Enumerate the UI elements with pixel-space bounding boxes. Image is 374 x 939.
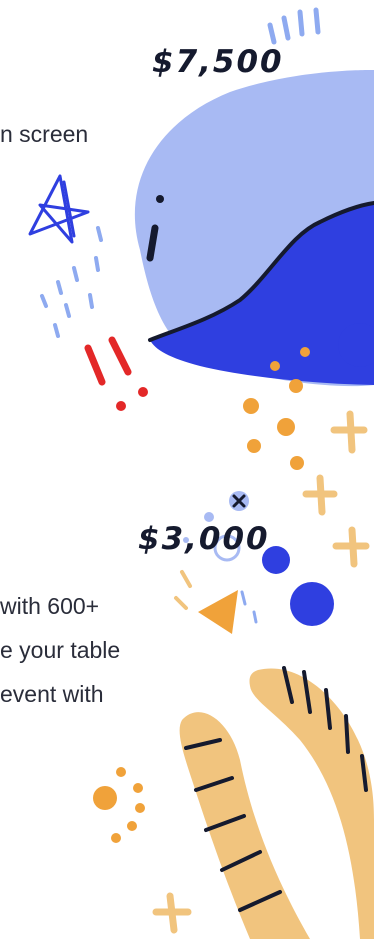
striped-worm-icon [179,666,374,939]
dash-marks-icon [40,226,103,338]
exclamation-icon [84,336,132,386]
tier-mid-description-line: with 600+ [0,593,100,619]
blue-shapes-icon [183,491,334,626]
tier-mid-description-line: event with [0,681,104,707]
tick-marks-icon [267,7,321,45]
tier-mid-description-line: e your table [0,637,121,663]
blob-icon [134,69,374,387]
tier-top-description-line: n screen [0,121,89,147]
tan-dash-icon [174,570,192,610]
triangle-icon [198,590,238,634]
tier-mid-price: $3,000 [138,521,270,557]
star-icon [28,174,90,244]
tier-top-price: $7,500 [152,44,284,80]
orange-dots-bottom-icon [93,767,145,843]
